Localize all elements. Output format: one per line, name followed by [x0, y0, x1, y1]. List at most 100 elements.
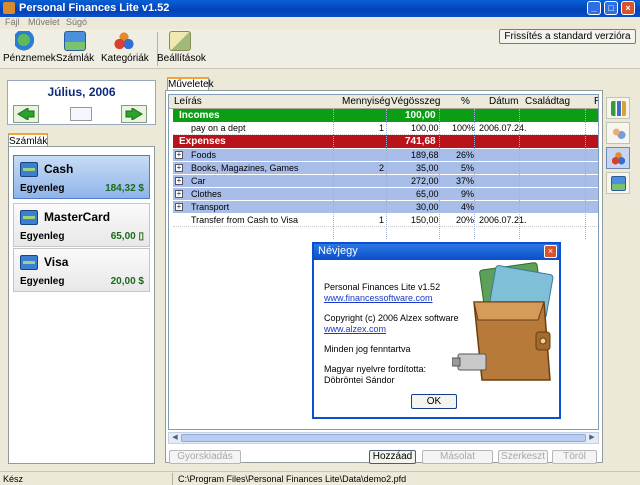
upgrade-button[interactable]: Frissítés a standard verzióra	[499, 29, 636, 44]
row-quantity: 1	[379, 123, 385, 133]
column-divider	[386, 109, 387, 239]
accounts-button[interactable]: Számlák	[55, 31, 95, 67]
product-website-link[interactable]: www.financessoftware.com	[324, 293, 433, 303]
translator-name: Döbröntei Sándor	[324, 375, 395, 385]
calendar-icon[interactable]	[70, 107, 92, 121]
row-percent: 5%	[461, 163, 475, 173]
account-balance: 65,00 ▯	[110, 231, 144, 242]
expand-icon[interactable]: +	[175, 177, 183, 185]
grid-header: Leírás Mennyiség Végösszeg % Dátum Csalá…	[169, 95, 598, 109]
expand-icon[interactable]: +	[175, 190, 183, 198]
settings-button[interactable]: Beállítások	[157, 31, 206, 67]
menu-help[interactable]: Súgó	[66, 17, 87, 27]
row-percent: 9%	[461, 189, 475, 199]
column-family-member[interactable]: Családtag	[525, 96, 570, 107]
chart-icon	[611, 101, 626, 116]
row-quantity: 1	[379, 215, 385, 225]
dialog-titlebar: Névjegy ×	[314, 244, 559, 260]
account-mastercard[interactable]: MasterCard Egyenleg 65,00 ▯	[13, 203, 150, 247]
status-text: Kész	[3, 474, 24, 484]
accounts-label: Számlák	[55, 53, 95, 64]
current-month: Július, 2006	[47, 85, 116, 99]
column-total[interactable]: Végösszeg	[391, 96, 440, 107]
add-button[interactable]: Hozzáad	[369, 450, 416, 464]
row-percent: 4%	[461, 202, 475, 212]
row-total: 150,00	[411, 215, 439, 225]
row-percent: 100%	[452, 123, 476, 133]
close-icon[interactable]: ×	[621, 1, 635, 15]
account-balance: 20,00 $	[110, 276, 144, 287]
view-toolbar	[604, 95, 632, 200]
categories-button[interactable]: Kategóriák	[101, 31, 149, 67]
row-total: 30,00	[416, 202, 439, 212]
account-name: Visa	[44, 255, 69, 269]
members-view-button[interactable]	[606, 122, 630, 144]
account-cash[interactable]: Cash Egyenleg 184,32 $	[13, 155, 150, 199]
date-navigator: Július, 2006	[7, 80, 156, 125]
row-total: 272,00	[411, 176, 439, 186]
categories-label: Kategóriák	[101, 53, 149, 64]
column-date[interactable]: Dátum	[489, 96, 518, 107]
edit-button[interactable]: Szerkeszt	[498, 450, 548, 464]
column-divider	[333, 109, 334, 239]
dialog-close-icon[interactable]: ×	[544, 245, 557, 258]
chart-view-button[interactable]	[606, 97, 630, 119]
row-total: 65,00	[416, 189, 439, 199]
window-titlebar: Personal Finances Lite v1.52 _ □ ×	[0, 0, 640, 17]
column-description[interactable]: Leírás	[174, 96, 202, 107]
currencies-button[interactable]: Pénznemek	[3, 31, 56, 67]
account-balance: 184,32 $	[105, 183, 144, 194]
row-description: Incomes	[179, 110, 220, 121]
row-description: Transport	[191, 202, 230, 212]
menu-operation[interactable]: Művelet	[28, 17, 60, 27]
previous-month-button[interactable]	[13, 105, 39, 123]
account-card-icon	[611, 176, 626, 191]
expand-icon[interactable]: +	[175, 203, 183, 211]
status-separator	[172, 473, 173, 485]
column-percent[interactable]: %	[461, 96, 470, 107]
categories-view-button[interactable]	[606, 147, 630, 169]
column-extra[interactable]: R	[594, 96, 598, 107]
scroll-left-icon[interactable]: ◀	[170, 434, 180, 442]
status-bar: Kész C:\Program Files\Personal Finances …	[0, 471, 640, 485]
balance-label: Egyenleg	[20, 231, 65, 242]
horizontal-scrollbar[interactable]: ◀ ▶	[168, 432, 599, 444]
row-quantity: 2	[379, 163, 385, 173]
expand-icon[interactable]: +	[175, 151, 183, 159]
tab-operations[interactable]: Műveletek	[167, 77, 214, 91]
accounts-icon	[64, 31, 86, 51]
row-percent: 26%	[456, 150, 475, 160]
row-description: Clothes	[191, 189, 222, 199]
translator-label: Magyar nyelvre fordította:	[324, 364, 427, 374]
row-total: 100,00	[405, 110, 436, 121]
copy-button[interactable]: Másolat	[422, 450, 493, 464]
accounts-view-button[interactable]	[606, 172, 630, 194]
column-quantity[interactable]: Mennyiség	[342, 96, 390, 107]
account-visa[interactable]: Visa Egyenleg 20,00 $	[13, 248, 150, 292]
settings-icon	[169, 31, 191, 51]
account-card-icon	[20, 210, 38, 225]
minimize-icon[interactable]: _	[587, 1, 601, 15]
dialog-title: Névjegy	[318, 245, 358, 257]
column-divider	[585, 109, 586, 239]
menu-file[interactable]: Fájl	[5, 17, 20, 27]
ok-button[interactable]: OK	[411, 394, 457, 409]
tab-accounts[interactable]: Számlák	[8, 133, 48, 147]
column-divider	[439, 109, 440, 239]
quick-expense-button[interactable]: Gyorskiadás	[169, 450, 241, 464]
account-card-icon	[20, 255, 38, 270]
app-icon	[3, 2, 15, 14]
next-month-button[interactable]	[121, 105, 147, 123]
scrollbar-thumb[interactable]	[181, 434, 586, 442]
accounts-list: Cash Egyenleg 184,32 $ MasterCard Egyenl…	[8, 146, 155, 464]
row-description: Foods	[191, 150, 217, 160]
row-description: Transfer from Cash to Visa	[191, 215, 299, 225]
row-percent: 37%	[456, 176, 475, 186]
expand-icon[interactable]: +	[175, 164, 183, 172]
scroll-right-icon[interactable]: ▶	[587, 434, 597, 442]
row-total: 100,00	[411, 123, 439, 133]
people-icon	[611, 126, 626, 141]
maximize-icon[interactable]: □	[604, 1, 618, 15]
delete-button[interactable]: Töröl	[552, 450, 597, 464]
company-website-link[interactable]: www.alzex.com	[324, 324, 386, 334]
